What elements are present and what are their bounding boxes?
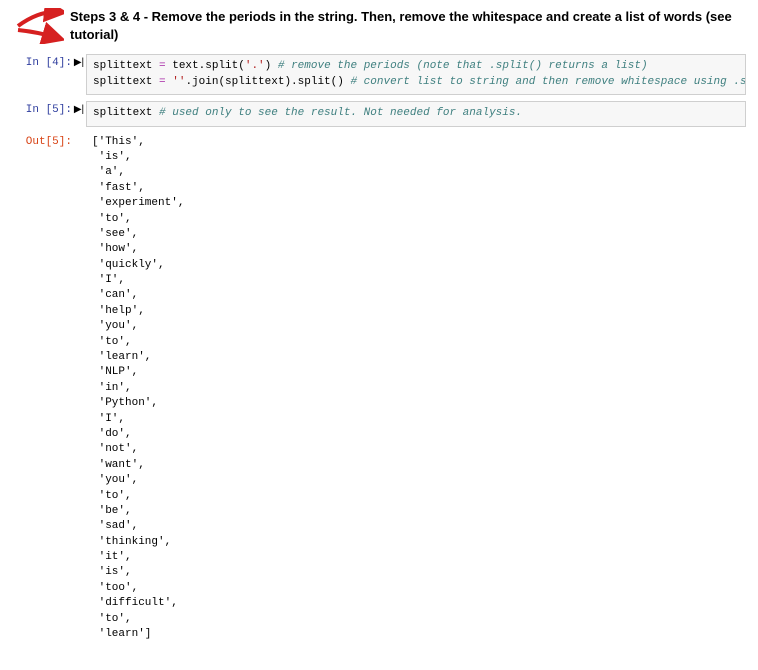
cell-output-5: ['This', 'is', 'a', 'fast', 'experiment'… xyxy=(86,133,746,645)
code-comment: # convert list to string and then remove… xyxy=(344,76,746,88)
header-row: Steps 3 & 4 - Remove the periods in the … xyxy=(12,8,746,44)
input-prompt: In [5]: xyxy=(12,101,72,116)
code-cell-5: In [5]: ▶| splittext # used only to see … xyxy=(12,101,746,126)
section-heading: Steps 3 & 4 - Remove the periods in the … xyxy=(70,8,746,44)
code-token: = xyxy=(152,60,172,72)
run-cell-icon[interactable]: ▶| xyxy=(72,101,86,115)
code-token: splittext xyxy=(93,107,152,119)
spacer xyxy=(72,133,86,136)
double-arrow-icon xyxy=(12,8,64,44)
run-cell-icon[interactable]: ▶| xyxy=(72,54,86,68)
code-token: splittext xyxy=(93,60,152,72)
code-token: '.' xyxy=(245,60,265,72)
code-comment: # remove the periods (note that .split()… xyxy=(271,60,647,72)
code-input-5[interactable]: splittext # used only to see the result.… xyxy=(86,101,746,126)
output-cell-5: Out[5]: ['This', 'is', 'a', 'fast', 'exp… xyxy=(12,133,746,645)
code-token: text.split( xyxy=(172,60,245,72)
input-prompt: In [4]: xyxy=(12,54,72,69)
notebook-content: Steps 3 & 4 - Remove the periods in the … xyxy=(0,0,758,670)
code-cell-4: In [4]: ▶| splittext = text.split('.') #… xyxy=(12,54,746,95)
code-comment: # used only to see the result. Not neede… xyxy=(152,107,522,119)
code-token: splittext xyxy=(93,76,152,88)
output-prompt: Out[5]: xyxy=(12,133,72,148)
code-input-4[interactable]: splittext = text.split('.') # remove the… xyxy=(86,54,746,95)
code-token: = xyxy=(152,76,172,88)
code-token: '' xyxy=(172,76,185,88)
code-token: .join(splittext).split() xyxy=(185,76,343,88)
